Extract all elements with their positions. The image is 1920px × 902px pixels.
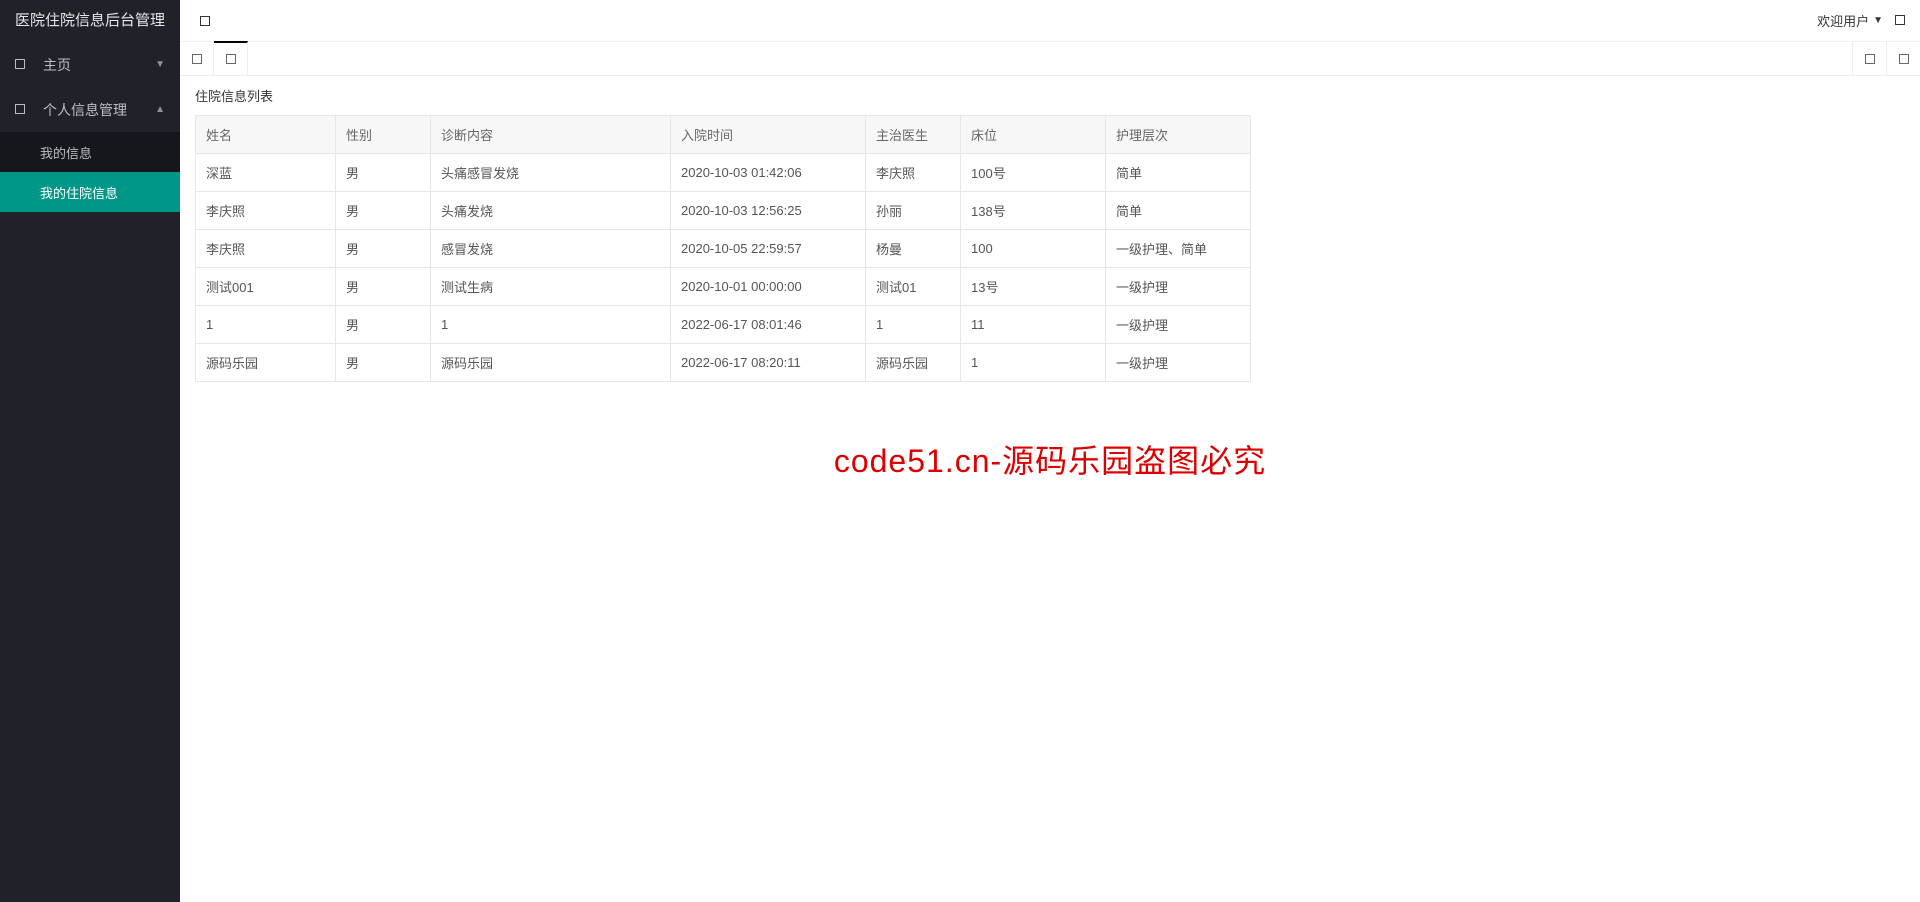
col-diag: 诊断内容 [431,116,671,154]
cell-name: 1 [196,306,336,344]
cell-name: 源码乐园 [196,344,336,382]
table-row[interactable]: 1男12022-06-17 08:01:46111一级护理 [196,306,1251,344]
cell-doctor: 测试01 [866,268,961,306]
cell-bed: 13号 [961,268,1106,306]
col-bed: 床位 [961,116,1106,154]
sidebar-item-personal[interactable]: 个人信息管理 ▲ [0,87,180,132]
cell-gender: 男 [336,268,431,306]
watermark: code51.cn-源码乐园盗图必究 [834,436,1266,482]
user-icon [15,103,33,117]
cell-diag: 头痛发烧 [431,192,671,230]
cell-diag: 测试生病 [431,268,671,306]
cell-gender: 男 [336,230,431,268]
fullscreen-button[interactable] [1895,13,1905,28]
cell-doctor: 孙丽 [866,192,961,230]
chevron-right-icon [1899,54,1909,64]
sidebar-submenu: 我的信息 我的住院信息 [0,132,180,212]
cell-doctor: 李庆照 [866,154,961,192]
cell-diag: 1 [431,306,671,344]
cell-time: 2022-06-17 08:01:46 [671,306,866,344]
cell-diag: 感冒发烧 [431,230,671,268]
col-name: 姓名 [196,116,336,154]
cell-doctor: 杨曼 [866,230,961,268]
chevron-left-icon [1865,54,1875,64]
cell-level: 一级护理 [1106,306,1251,344]
sidebar-nav: 主页 ▼ 个人信息管理 ▲ 我的信息 我的住院信息 [0,42,180,902]
main: 欢迎用户 ▼ 住院信息列表 姓名 [180,0,1920,902]
cell-bed: 11 [961,306,1106,344]
cell-diag: 头痛感冒发烧 [431,154,671,192]
cell-name: 李庆照 [196,230,336,268]
sidebar-item-myinfo[interactable]: 我的信息 [0,132,180,172]
table-row[interactable]: 李庆照男感冒发烧2020-10-05 22:59:57杨曼100一级护理、简单 [196,230,1251,268]
home-icon [192,54,202,64]
cell-doctor: 源码乐园 [866,344,961,382]
cell-bed: 100 [961,230,1106,268]
chevron-down-icon: ▼ [155,59,165,70]
col-level: 护理层次 [1106,116,1251,154]
sidebar-toggle-button[interactable] [195,11,215,31]
cell-level: 一级护理 [1106,268,1251,306]
table-header-row: 姓名 性别 诊断内容 入院时间 主治医生 床位 护理层次 [196,116,1251,154]
table-row[interactable]: 源码乐园男源码乐园2022-06-17 08:20:11源码乐园1一级护理 [196,344,1251,382]
cell-gender: 男 [336,192,431,230]
cell-time: 2022-06-17 08:20:11 [671,344,866,382]
cell-time: 2020-10-01 00:00:00 [671,268,866,306]
hospital-table: 姓名 性别 诊断内容 入院时间 主治医生 床位 护理层次 深蓝男头痛感冒发烧20… [195,115,1251,382]
sidebar: 医院住院信息后台管理 主页 ▼ 个人信息管理 ▲ 我的信息 我的住院信息 [0,0,180,902]
cell-name: 深蓝 [196,154,336,192]
home-icon [15,58,33,72]
cell-level: 简单 [1106,192,1251,230]
content: 住院信息列表 姓名 性别 诊断内容 入院时间 主治医生 床位 护理层次 [180,76,1920,902]
table-row[interactable]: 深蓝男头痛感冒发烧2020-10-03 01:42:06李庆照100号简单 [196,154,1251,192]
cell-time: 2020-10-05 22:59:57 [671,230,866,268]
user-menu[interactable]: 欢迎用户 ▼ [1817,11,1883,30]
cell-gender: 男 [336,154,431,192]
sidebar-item-label: 个人信息管理 [43,100,155,120]
table-row[interactable]: 李庆照男头痛发烧2020-10-03 12:56:25孙丽138号简单 [196,192,1251,230]
tab-next-button[interactable] [1886,42,1920,75]
tab-prev-button[interactable] [1852,42,1886,75]
cell-level: 一级护理、简单 [1106,230,1251,268]
cell-level: 简单 [1106,154,1251,192]
col-doctor: 主治医生 [866,116,961,154]
cell-level: 一级护理 [1106,344,1251,382]
sidebar-item-home[interactable]: 主页 ▼ [0,42,180,87]
app-title: 医院住院信息后台管理 [0,0,180,42]
cell-name: 测试001 [196,268,336,306]
col-time: 入院时间 [671,116,866,154]
cell-bed: 100号 [961,154,1106,192]
fullscreen-icon [1895,15,1905,25]
chevron-up-icon: ▲ [155,104,165,115]
cell-bed: 138号 [961,192,1106,230]
cell-name: 李庆照 [196,192,336,230]
caret-down-icon: ▼ [1873,15,1883,26]
cell-time: 2020-10-03 12:56:25 [671,192,866,230]
table-row[interactable]: 测试001男测试生病2020-10-01 00:00:00测试0113号一级护理 [196,268,1251,306]
page-icon [226,54,236,64]
cell-time: 2020-10-03 01:42:06 [671,154,866,192]
cell-doctor: 1 [866,306,961,344]
section-title: 住院信息列表 [180,76,1920,115]
cell-diag: 源码乐园 [431,344,671,382]
tabs-bar [180,42,1920,76]
cell-gender: 男 [336,306,431,344]
cell-gender: 男 [336,344,431,382]
welcome-text: 欢迎用户 [1817,11,1869,30]
sidebar-item-label: 主页 [43,55,155,75]
cell-bed: 1 [961,344,1106,382]
col-gender: 性别 [336,116,431,154]
sidebar-item-label: 我的信息 [40,143,165,162]
tab-home[interactable] [180,42,214,75]
menu-icon [200,16,210,26]
tab-current[interactable] [214,41,248,75]
sidebar-item-label: 我的住院信息 [40,183,165,202]
sidebar-item-myhosp[interactable]: 我的住院信息 [0,172,180,212]
header: 欢迎用户 ▼ [180,0,1920,42]
